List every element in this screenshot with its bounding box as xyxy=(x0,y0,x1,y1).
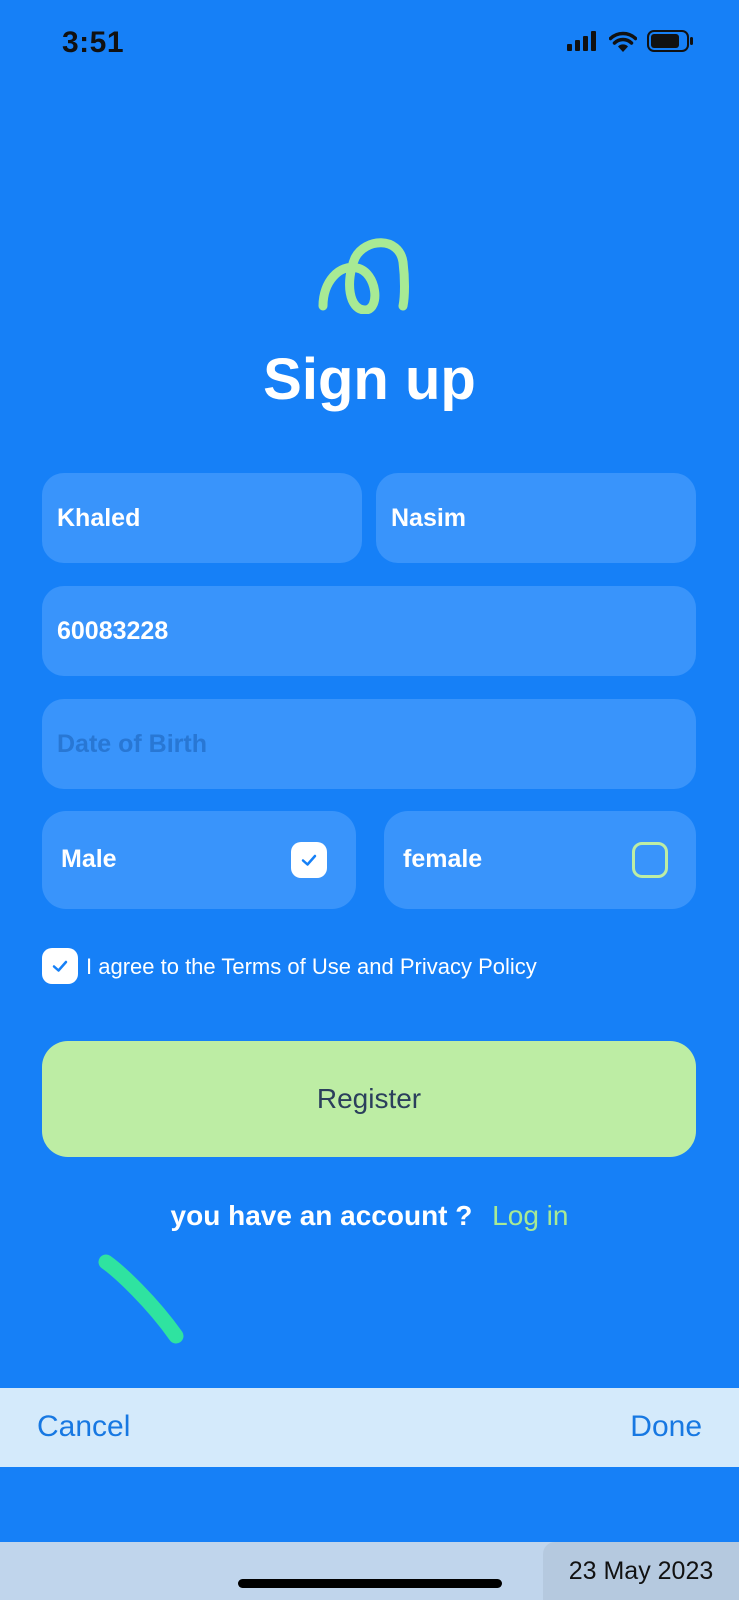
status-bar: 3:51 xyxy=(0,0,739,90)
phone-field[interactable] xyxy=(42,586,696,676)
phone-input[interactable] xyxy=(42,586,696,676)
register-button[interactable]: Register xyxy=(42,1041,696,1157)
home-indicator[interactable] xyxy=(238,1579,502,1588)
loop-logo-icon xyxy=(318,238,409,314)
dob-input[interactable] xyxy=(42,699,696,789)
last-name-field[interactable] xyxy=(376,473,696,563)
gender-option-female[interactable]: female xyxy=(384,811,696,909)
checkmark-icon xyxy=(301,854,317,866)
gender-option-male[interactable]: Male xyxy=(42,811,356,909)
picker-toolbar: Cancel Done xyxy=(0,1388,739,1467)
battery-icon xyxy=(647,30,693,52)
cancel-button[interactable]: Cancel xyxy=(37,1410,130,1444)
login-link[interactable]: Log in xyxy=(492,1200,568,1231)
agree-terms-text[interactable]: I agree to the Terms of Use and Privacy … xyxy=(86,954,537,980)
male-checkbox[interactable] xyxy=(291,842,327,878)
decorative-stroke-icon xyxy=(98,1254,184,1344)
first-name-input[interactable] xyxy=(42,473,362,563)
done-button[interactable]: Done xyxy=(630,1410,702,1444)
date-picker[interactable]: 23 May 2023 xyxy=(0,1542,739,1600)
signal-icon xyxy=(567,31,596,51)
last-name-input[interactable] xyxy=(376,473,696,563)
account-prompt-text: you have an account ? xyxy=(170,1200,473,1231)
female-checkbox[interactable] xyxy=(632,842,668,878)
date-picker-value[interactable]: 23 May 2023 xyxy=(543,1542,739,1600)
gender-female-label: female xyxy=(403,845,483,873)
agree-checkbox[interactable] xyxy=(42,948,78,984)
account-prompt: you have an account ? Log in xyxy=(0,1200,739,1232)
status-icons xyxy=(567,30,695,52)
dob-field[interactable] xyxy=(42,699,696,789)
wifi-icon xyxy=(609,31,637,52)
gender-male-label: Male xyxy=(61,845,117,873)
status-time: 3:51 xyxy=(62,26,125,59)
page-title: Sign up xyxy=(263,347,476,412)
checkmark-icon xyxy=(52,960,68,972)
first-name-field[interactable] xyxy=(42,473,362,563)
